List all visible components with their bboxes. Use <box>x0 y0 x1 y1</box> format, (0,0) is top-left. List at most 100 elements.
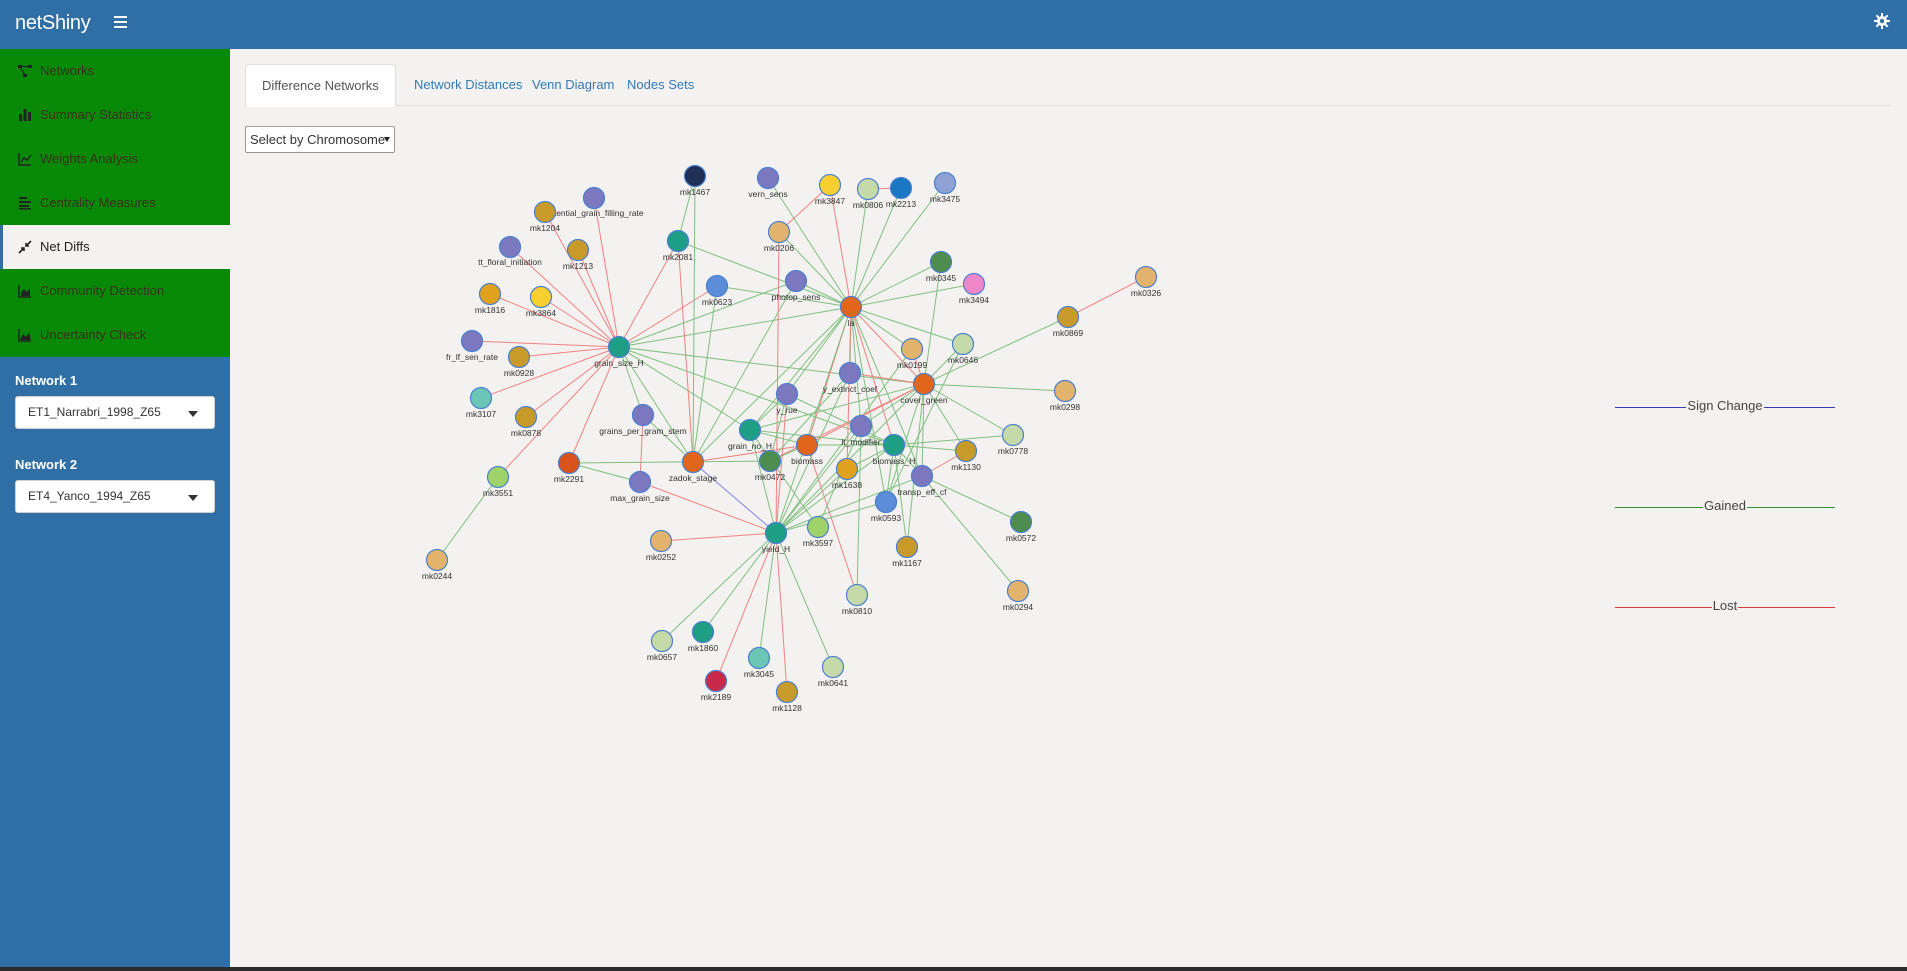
network-node[interactable]: mk3864 <box>526 285 557 319</box>
network-node[interactable]: fr_lf_sen_rate <box>446 329 498 363</box>
network-node[interactable]: mk0572 <box>1006 510 1037 544</box>
network-edge-gained[interactable] <box>923 383 1066 392</box>
node-circle[interactable] <box>666 229 690 253</box>
network-edge-gained[interactable] <box>692 285 718 463</box>
network-edge-gained[interactable] <box>850 261 942 308</box>
network-edge-lost[interactable] <box>775 231 780 534</box>
node-circle[interactable] <box>889 176 913 200</box>
network-node[interactable]: mk0806 <box>853 177 884 211</box>
node-circle[interactable] <box>895 535 919 559</box>
network-node[interactable]: mk0294 <box>1003 579 1034 613</box>
network-node[interactable]: mk1816 <box>475 282 506 316</box>
node-circle[interactable] <box>631 403 655 427</box>
node-circle[interactable] <box>425 548 449 572</box>
tab-nodes-sets[interactable]: Nodes Sets <box>611 64 710 106</box>
network-node[interactable]: grain_size_H <box>594 335 644 369</box>
network-node[interactable]: mk0928 <box>504 345 535 379</box>
network-node[interactable]: mk0646 <box>948 332 979 366</box>
network-node[interactable]: mk2189 <box>701 669 732 703</box>
node-circle[interactable] <box>628 470 652 494</box>
network-node[interactable]: grains_per_gram_stem <box>599 403 687 437</box>
node-circle[interactable] <box>649 529 673 553</box>
network-node[interactable]: mk3847 <box>815 173 846 207</box>
node-circle[interactable] <box>775 382 799 406</box>
network-edge-gained[interactable] <box>786 306 852 395</box>
node-circle[interactable] <box>784 269 808 293</box>
node-circle[interactable] <box>900 337 924 361</box>
network-node[interactable]: zadok_stage <box>669 450 717 484</box>
network-node[interactable]: mk0206 <box>764 220 795 254</box>
network-node[interactable]: y_rue <box>775 382 799 416</box>
network-node[interactable]: mk0641 <box>818 655 849 689</box>
node-circle[interactable] <box>806 515 830 539</box>
network-node[interactable]: mk0244 <box>422 548 453 582</box>
network-node[interactable]: mk3475 <box>930 171 961 205</box>
network-node[interactable]: mk3551 <box>483 465 514 499</box>
network-node[interactable]: mk1128 <box>772 680 802 714</box>
node-circle[interactable] <box>758 449 782 473</box>
network-node[interactable]: mk0623 <box>702 274 733 308</box>
node-circle[interactable] <box>818 173 842 197</box>
sidebar-item-weights-analysis[interactable]: Weights Analysis <box>0 137 230 181</box>
node-circle[interactable] <box>469 386 493 410</box>
node-circle[interactable] <box>1053 379 1077 403</box>
network-node[interactable]: mk0878 <box>511 405 542 439</box>
node-circle[interactable] <box>882 433 906 457</box>
node-circle[interactable] <box>478 282 502 306</box>
node-circle[interactable] <box>933 171 957 195</box>
node-circle[interactable] <box>845 583 869 607</box>
node-circle[interactable] <box>738 418 762 442</box>
network-edge-gained[interactable] <box>923 316 1069 385</box>
network-node[interactable]: mk1860 <box>688 620 719 654</box>
node-circle[interactable] <box>557 451 581 475</box>
network-edge-gained[interactable] <box>568 460 771 464</box>
sidebar-item-summary-statistics[interactable]: Summary Statistics <box>0 93 230 137</box>
network-node[interactable]: mk0810 <box>842 583 873 617</box>
node-circle[interactable] <box>566 238 590 262</box>
node-circle[interactable] <box>821 655 845 679</box>
node-circle[interactable] <box>1001 423 1025 447</box>
node-circle[interactable] <box>507 345 531 369</box>
node-circle[interactable] <box>681 450 705 474</box>
node-circle[interactable] <box>756 166 780 190</box>
network-node[interactable]: vern_sens <box>748 166 788 200</box>
gear-icon[interactable] <box>1874 13 1890 34</box>
node-circle[interactable] <box>874 490 898 514</box>
node-circle[interactable] <box>849 414 873 438</box>
node-circle[interactable] <box>954 439 978 463</box>
network-edge-gained[interactable] <box>850 283 975 308</box>
network-node[interactable]: grain_no_H <box>728 418 772 452</box>
node-circle[interactable] <box>839 295 863 319</box>
network-node[interactable]: tt_floral_initiation <box>478 235 542 268</box>
network-edge-lost[interactable] <box>518 346 620 358</box>
network-edge-lost[interactable] <box>639 481 777 534</box>
node-circle[interactable] <box>486 465 510 489</box>
node-circle[interactable] <box>951 332 975 356</box>
network-node[interactable]: mk1467 <box>680 164 711 198</box>
network-node[interactable]: mk2213 <box>886 176 917 210</box>
network-node[interactable]: potential_grain_filling_rate <box>544 186 644 219</box>
node-circle[interactable] <box>529 285 553 309</box>
sidebar-item-uncertainty-check[interactable]: Uncertainty Check <box>0 313 230 357</box>
node-circle[interactable] <box>838 361 862 385</box>
node-circle[interactable] <box>1006 579 1030 603</box>
sidebar-item-centrality-measures[interactable]: Centrality Measures <box>0 181 230 225</box>
node-circle[interactable] <box>767 220 791 244</box>
node-circle[interactable] <box>795 433 819 457</box>
network-edge-lost[interactable] <box>618 285 718 348</box>
node-circle[interactable] <box>705 274 729 298</box>
sidebar-toggle-icon[interactable] <box>114 16 127 28</box>
node-circle[interactable] <box>1056 305 1080 329</box>
network-edge-gained[interactable] <box>661 532 777 642</box>
network-node[interactable]: transp_eff_cf <box>898 464 948 498</box>
network-edge-gained[interactable] <box>618 346 925 385</box>
network-edge-gained[interactable] <box>893 434 1014 446</box>
node-circle[interactable] <box>582 186 606 210</box>
node-circle[interactable] <box>775 680 799 704</box>
network-edge-gained[interactable] <box>850 306 964 345</box>
node-circle[interactable] <box>835 457 859 481</box>
node-circle[interactable] <box>910 464 934 488</box>
network-node[interactable]: mk2291 <box>554 451 585 485</box>
node-circle[interactable] <box>498 235 522 259</box>
network-node[interactable]: mk0199 <box>897 337 928 371</box>
